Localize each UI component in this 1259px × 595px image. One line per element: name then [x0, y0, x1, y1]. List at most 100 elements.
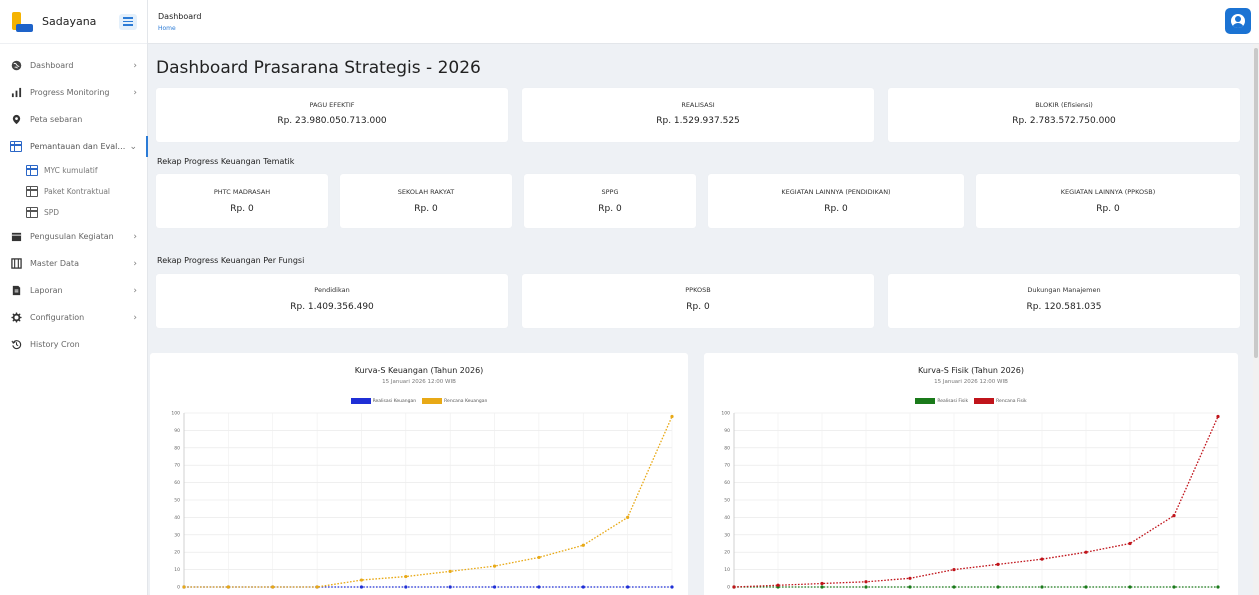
app-logo: [10, 10, 34, 34]
page-scrollbar[interactable]: [1253, 44, 1259, 595]
data-point: [732, 585, 736, 589]
sidebar-item-progress-monitoring[interactable]: Progress Monitoring ›: [0, 79, 147, 106]
table-icon: [26, 165, 38, 176]
table-icon: [26, 186, 38, 197]
data-point: [908, 585, 912, 589]
data-point: [448, 569, 452, 573]
card-value: Rp. 0: [414, 204, 438, 214]
document-icon: [10, 285, 22, 297]
sidebar-nav: Dashboard › Progress Monitoring › Peta s…: [0, 44, 148, 358]
data-point: [492, 564, 497, 568]
sidebar-subitem-spd[interactable]: SPD: [0, 202, 147, 223]
history-icon: [10, 339, 22, 351]
y-tick-label: 10: [174, 567, 180, 573]
scrollbar-thumb[interactable]: [1254, 48, 1258, 358]
data-point: [1040, 557, 1044, 561]
card-label: SPPG: [601, 188, 619, 196]
sidebar-item-history-cron[interactable]: History Cron: [0, 331, 147, 358]
sidebar-item-configuration[interactable]: Configuration ›: [0, 304, 147, 331]
sidebar-item-label: History Cron: [30, 340, 80, 349]
data-point: [404, 585, 408, 589]
data-point: [1040, 585, 1044, 589]
tematik-card: KEGIATAN LAINNYA (PENDIDIKAN) Rp. 0: [708, 174, 964, 228]
sidebar-item-pemantauan[interactable]: Pemantauan dan Evalu... ⌄: [0, 133, 148, 160]
sidebar-subitem-label: MYC kumulatif: [44, 166, 98, 175]
card-label: REALISASI: [681, 101, 715, 109]
card-value: Rp. 23.980.050.713.000: [277, 116, 387, 126]
sidebar-item-pengusulan-kegiatan[interactable]: Pengusulan Kegiatan ›: [0, 223, 147, 250]
fungsi-card: Pendidikan Rp. 1.409.356.490: [156, 274, 508, 328]
sidebar-item-label: Pemantauan dan Evalu...: [30, 142, 129, 151]
chart-plot: 0 10 20 30 40 50 60 70 80 90 100: [171, 411, 674, 591]
sidebar-subitem-label: SPD: [44, 208, 60, 217]
data-point: [996, 585, 1000, 589]
y-tick-label: 60: [724, 480, 730, 486]
tematik-card: PHTC MADRASAH Rp. 0: [156, 174, 328, 228]
y-tick-label: 90: [174, 428, 180, 434]
sidebar-subitem-myc-kumulatif[interactable]: MYC kumulatif: [0, 160, 147, 181]
y-tick-label: 100: [721, 411, 730, 417]
card-label: BLOKIR (Efisiensi): [1035, 101, 1093, 109]
data-point: [820, 581, 824, 586]
sidebar-item-label: Master Data: [30, 259, 79, 268]
fungsi-card: Dukungan Manajemen Rp. 120.581.035: [888, 274, 1240, 328]
y-tick-label: 80: [174, 445, 180, 451]
data-point: [581, 543, 585, 547]
data-point: [1128, 541, 1132, 546]
page-title: Dashboard Prasarana Strategis - 2026: [156, 58, 481, 78]
y-tick-label: 100: [171, 411, 180, 417]
y-tick-label: 0: [177, 585, 180, 591]
data-point: [908, 576, 912, 580]
data-point: [626, 585, 630, 589]
map-pin-icon: [10, 114, 22, 126]
chevron-right-icon: ›: [133, 312, 137, 323]
card-label: Dukungan Manajemen: [1027, 286, 1101, 294]
card-label: PAGU EFEKTIF: [309, 101, 355, 109]
card-value: Rp. 1.529.937.525: [656, 116, 740, 126]
y-tick-label: 30: [724, 532, 730, 538]
sidebar-item-peta-sebaran[interactable]: Peta sebaran: [0, 106, 147, 133]
chart-plot: 0 10 20 30 40 50 60 70 80 90 100: [721, 411, 1220, 591]
table-icon: [10, 141, 22, 153]
section-title-tematik: Rekap Progress Keuangan Tematik: [157, 157, 295, 166]
data-point: [670, 414, 674, 419]
y-tick-label: 0: [727, 585, 730, 591]
list-icon: [10, 258, 22, 270]
sidebar-item-dashboard[interactable]: Dashboard ›: [0, 52, 147, 79]
sidebar-item-label: Dashboard: [30, 61, 74, 70]
sidebar-subitem-paket-kontraktual[interactable]: Paket Kontraktual: [0, 181, 147, 202]
data-point: [271, 585, 275, 589]
card-label: KEGIATAN LAINNYA (PPKOSB): [1060, 188, 1156, 196]
card-value: Rp. 1.409.356.490: [290, 302, 374, 312]
data-point: [1216, 585, 1220, 589]
y-tick-label: 30: [174, 532, 180, 538]
sidebar-item-label: Progress Monitoring: [30, 88, 110, 97]
sidebar: Sadayana Dashboard › Progress Monitoring…: [0, 0, 148, 595]
breadcrumb-home[interactable]: Home: [158, 25, 176, 32]
chart-card-fisik: Kurva-S Fisik (Tahun 2026) 15 Januari 20…: [704, 353, 1238, 595]
calendar-icon: [10, 231, 22, 243]
fungsi-card: PPKOSB Rp. 0: [522, 274, 874, 328]
data-point: [952, 585, 956, 589]
card-value: Rp. 120.581.035: [1026, 302, 1102, 312]
chevron-right-icon: ›: [133, 231, 137, 242]
data-point: [1172, 585, 1176, 589]
sidebar-item-master-data[interactable]: Master Data ›: [0, 250, 147, 277]
sidebar-item-laporan[interactable]: Laporan ›: [0, 277, 147, 304]
menu-toggle-icon[interactable]: [119, 13, 137, 30]
data-point: [315, 585, 319, 589]
data-point: [404, 574, 408, 579]
chevron-right-icon: ›: [133, 87, 137, 98]
app-name: Sadayana: [42, 15, 97, 28]
user-avatar-button[interactable]: [1225, 8, 1251, 34]
y-tick-label: 80: [724, 445, 730, 451]
card-label: PHTC MADRASAH: [213, 188, 271, 196]
data-point: [864, 580, 868, 584]
data-point: [581, 585, 585, 589]
globe-icon: [10, 60, 22, 72]
topbar: Dashboard Home: [148, 0, 1259, 44]
data-point: [492, 585, 497, 589]
chevron-right-icon: ›: [133, 285, 137, 296]
sidebar-subitem-label: Paket Kontraktual: [44, 187, 111, 196]
y-tick-label: 90: [724, 428, 730, 434]
